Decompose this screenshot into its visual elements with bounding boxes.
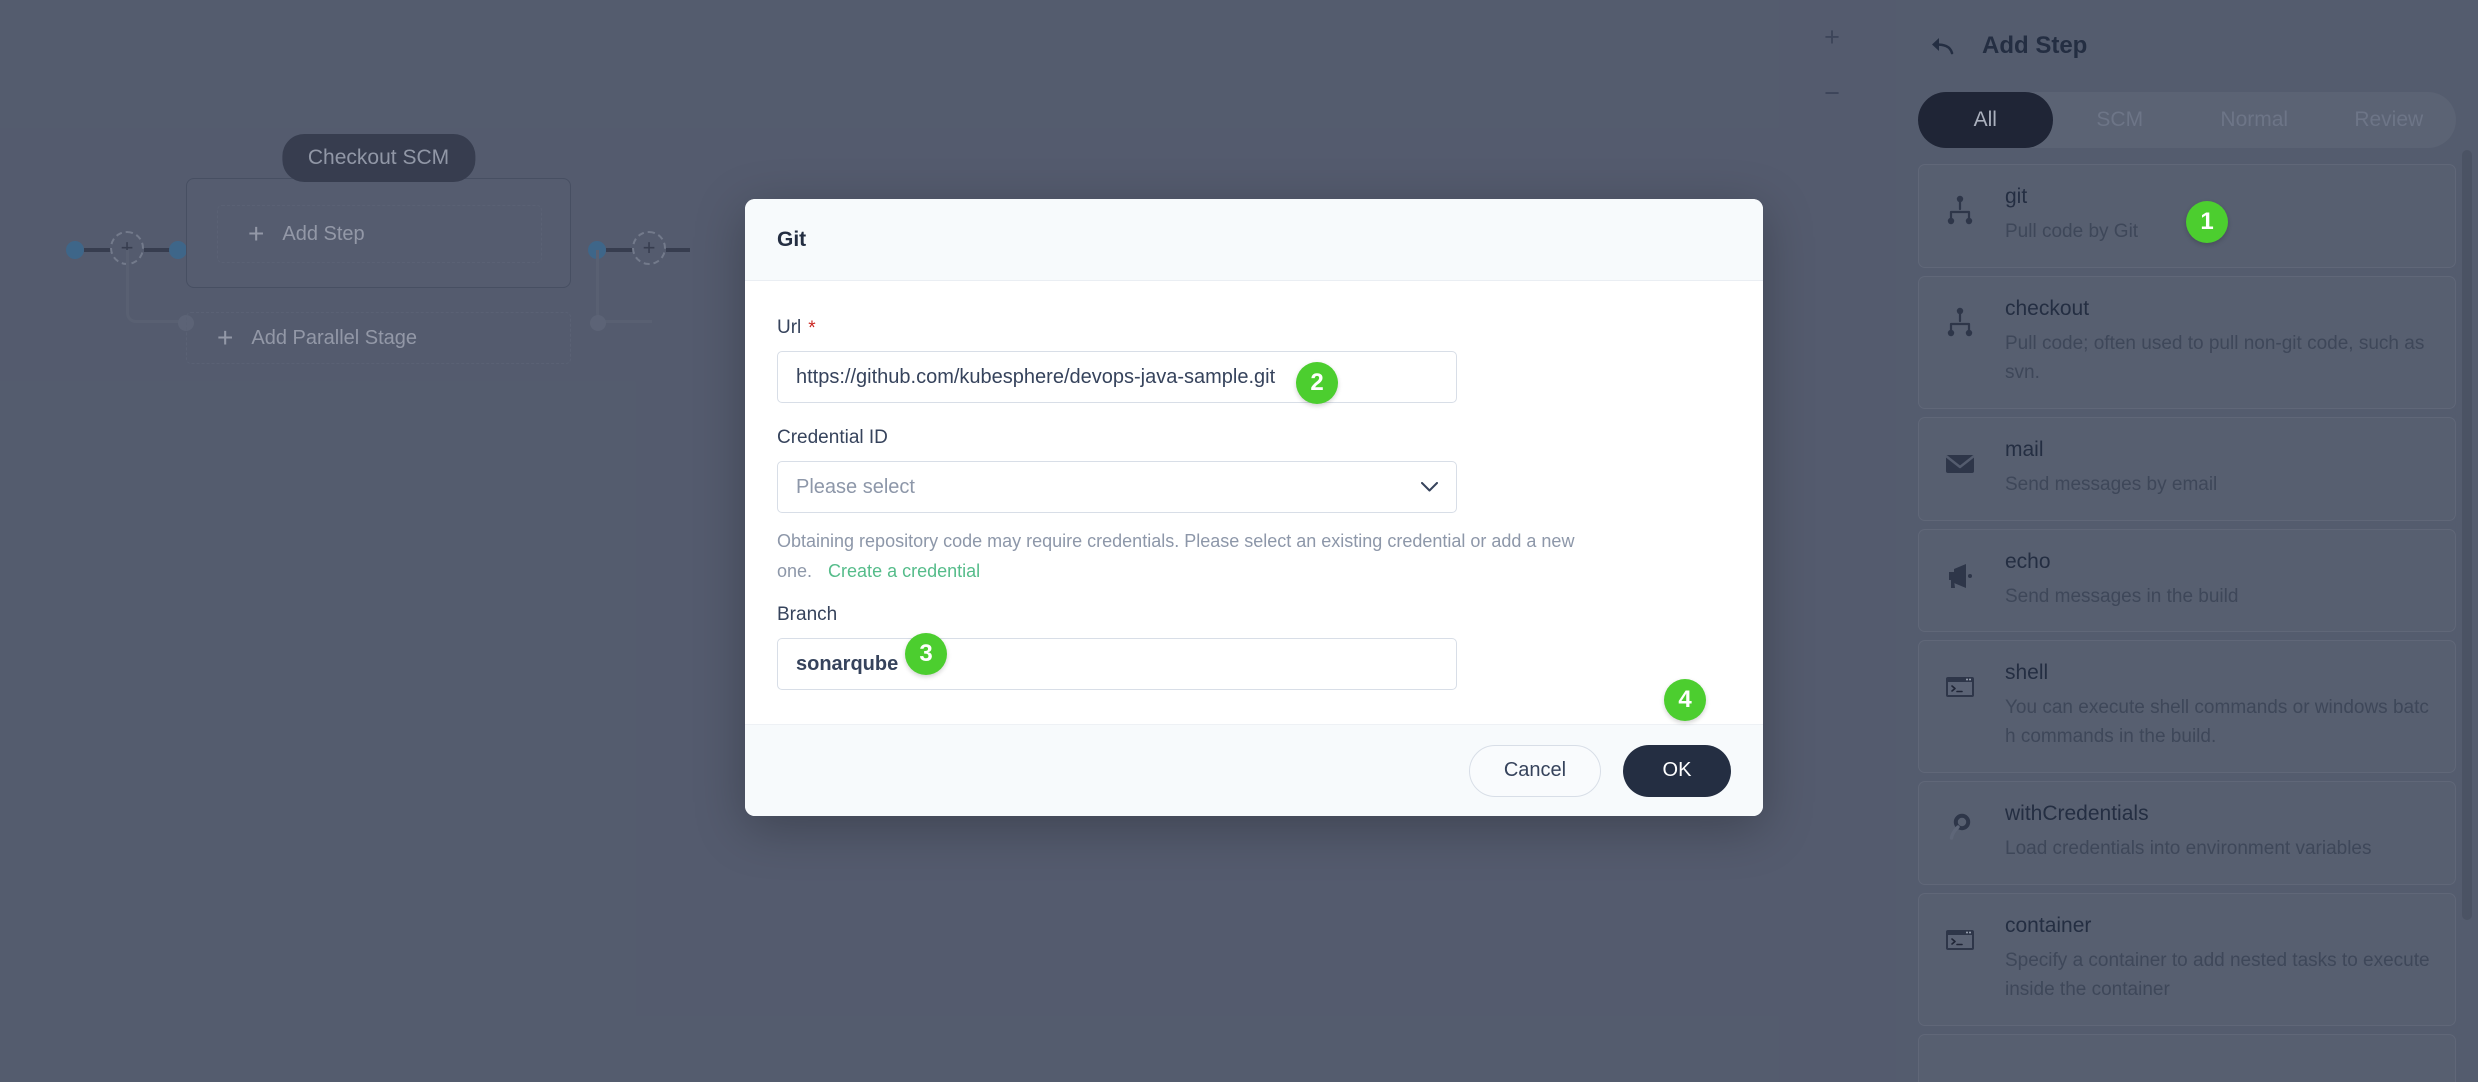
- step-text: shell You can execute shell commands or …: [2005, 661, 2431, 752]
- panel-scrollbar[interactable]: [2462, 150, 2472, 920]
- tab-review[interactable]: Review: [2322, 92, 2457, 148]
- url-field-group: Url * https://github.com/kubesphere/devo…: [777, 317, 1731, 403]
- step-description: You can execute shell commands or window…: [2005, 697, 2429, 748]
- list-item[interactable]: withCredentials Load credentials into en…: [1918, 781, 2456, 885]
- step-description: Send messages in the build: [2005, 585, 2239, 607]
- step-name: checkout: [2005, 296, 2090, 320]
- list-item[interactable]: container Specify a container to add nes…: [1918, 893, 2456, 1026]
- tab-scm[interactable]: SCM: [2053, 92, 2188, 148]
- step-name: echo: [2005, 549, 2051, 573]
- envelope-icon: [1941, 444, 1979, 482]
- step-description: Send messages by email: [2005, 473, 2218, 495]
- credential-hint: Obtaining repository code may require cr…: [777, 527, 1637, 586]
- megaphone-icon: [1941, 556, 1979, 594]
- step-list[interactable]: git Pull code by Git checkout Pull code;…: [1896, 164, 2478, 1082]
- tab-normal[interactable]: Normal: [2187, 92, 2322, 148]
- step-name: shell: [2005, 661, 2049, 685]
- credential-select-value: Please select: [796, 475, 915, 498]
- branch-icon: [1941, 191, 1979, 229]
- annotation-badge-3: 3: [905, 633, 947, 675]
- dialog-footer: Cancel OK: [745, 724, 1763, 817]
- ok-button[interactable]: OK: [1623, 744, 1731, 797]
- url-label: Url: [777, 317, 802, 338]
- branch-input[interactable]: sonarqube: [777, 638, 1457, 691]
- terminal-icon: [1941, 667, 1979, 705]
- step-text: withCredentials Load credentials into en…: [2005, 802, 2431, 864]
- terminal-icon: [1941, 920, 1979, 958]
- git-step-dialog: Git Url * https://github.com/kubesphere/…: [745, 199, 1763, 817]
- back-arrow-icon[interactable]: [1930, 35, 1956, 57]
- step-text: container Specify a container to add nes…: [2005, 914, 2431, 1005]
- dialog-header: Git: [745, 199, 1763, 281]
- branch-icon: [1941, 303, 1979, 341]
- step-name: container: [2005, 914, 2092, 937]
- step-description: Pull code; often used to pull non-git co…: [2005, 332, 2425, 383]
- required-asterisk-icon: *: [808, 317, 816, 339]
- chevron-down-icon: [1421, 482, 1438, 492]
- annotation-badge-2: 2: [1296, 362, 1338, 404]
- step-description: Load credentials into environment variab…: [2005, 838, 2372, 860]
- annotation-badge-1: 1: [2186, 201, 2228, 243]
- branch-label: Branch: [777, 604, 838, 626]
- step-text: checkout Pull code; often used to pull n…: [2005, 297, 2431, 388]
- credential-field-group: Credential ID Please select Obtaining re…: [777, 427, 1731, 586]
- cancel-button[interactable]: Cancel: [1469, 744, 1601, 797]
- step-name: withCredentials: [2005, 802, 2149, 826]
- annotation-badge-4: 4: [1664, 679, 1706, 721]
- list-item[interactable]: mail Send messages by email: [1918, 416, 2456, 521]
- panel-title: Add Step: [1982, 32, 2088, 59]
- list-item[interactable]: echo Send messages in the build: [1918, 528, 2456, 633]
- url-input[interactable]: https://github.com/kubesphere/devops-jav…: [777, 351, 1457, 403]
- list-item[interactable]: shell You can execute shell commands or …: [1918, 640, 2456, 774]
- add-step-panel: Add Step All SCM Normal Review git Pull …: [1896, 0, 2478, 1082]
- list-item[interactable]: checkout Pull code; often used to pull n…: [1918, 275, 2456, 409]
- create-credential-link[interactable]: Create a credential: [828, 561, 980, 581]
- devops-pipeline-editor: + − + Checkout SCM + Add Step + Add Para…: [0, 0, 2478, 1082]
- key-icon: [1941, 808, 1979, 846]
- list-item[interactable]: [1918, 1033, 2456, 1082]
- step-category-tabs: All SCM Normal Review: [1918, 92, 2456, 148]
- panel-header: Add Step: [1896, 0, 2478, 92]
- url-label-row: Url *: [777, 317, 1731, 339]
- step-text: mail Send messages by email: [2005, 438, 2431, 500]
- credential-select[interactable]: Please select: [777, 461, 1457, 513]
- step-text: echo Send messages in the build: [2005, 550, 2431, 612]
- step-description: Specify a container to add nested tasks …: [2005, 950, 2430, 1000]
- tab-all[interactable]: All: [1918, 92, 2053, 148]
- dialog-body: Url * https://github.com/kubesphere/devo…: [745, 281, 1763, 725]
- step-name: mail: [2005, 437, 2044, 461]
- credential-label: Credential ID: [777, 427, 888, 448]
- dialog-title: Git: [777, 227, 807, 251]
